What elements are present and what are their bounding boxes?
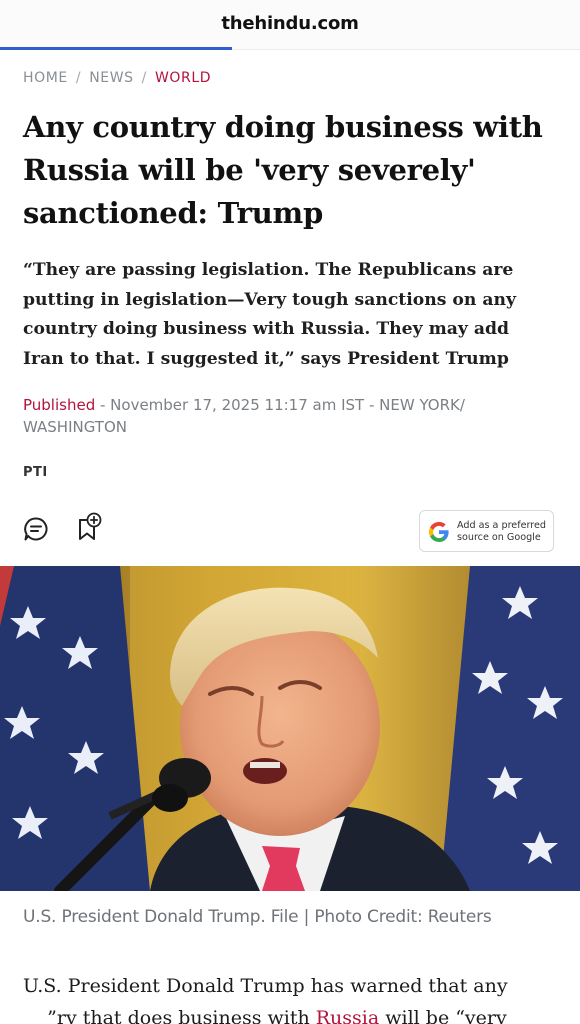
breadcrumb: HOME / NEWS / WORLD	[23, 70, 211, 86]
article-body-line: ”ry that does business with Russia will …	[23, 1002, 563, 1024]
breadcrumb-world[interactable]: WORLD	[155, 70, 211, 86]
comment-icon	[24, 517, 48, 541]
article-body-text: will be “very	[379, 1007, 507, 1024]
article-body: U.S. President Donald Trump has warned t…	[23, 970, 563, 1024]
preferred-source-label: Add as a preferred source on Google	[457, 520, 553, 544]
breadcrumb-news[interactable]: NEWS	[89, 70, 133, 86]
google-g-icon	[428, 521, 449, 542]
published-label: Published	[23, 396, 96, 414]
breadcrumb-separator: /	[75, 70, 82, 86]
page-load-progress-bar	[0, 47, 232, 50]
article-body-line: U.S. President Donald Trump has warned t…	[23, 975, 508, 997]
browser-address-bar[interactable]: thehindu.com	[0, 0, 580, 50]
article-headline: Any country doing business with Russia w…	[23, 110, 543, 230]
breadcrumb-separator: /	[141, 70, 147, 86]
image-caption: U.S. President Donald Trump. File | Phot…	[23, 907, 492, 927]
article-lead-image[interactable]	[0, 566, 580, 891]
article-author[interactable]: PTI	[23, 465, 48, 480]
google-preferred-source-button[interactable]: Add as a preferred source on Google	[419, 510, 554, 552]
lead-photo-illustration	[0, 566, 580, 891]
preferred-source-line2: source on Google	[457, 532, 541, 543]
site-domain[interactable]: thehindu.com	[0, 13, 580, 34]
preferred-source-line1: Add as a preferred	[457, 520, 546, 531]
bookmark-button[interactable]	[76, 512, 104, 540]
russia-link[interactable]: Russia	[316, 1007, 379, 1024]
publish-meta: Published - November 17, 2025 11:17 am I…	[23, 394, 493, 438]
article-body-text: ”ry that does business with	[23, 1007, 316, 1024]
article-standfirst: “They are passing legislation. The Repub…	[23, 260, 516, 369]
bookmark-add-icon	[79, 512, 102, 540]
breadcrumb-home[interactable]: HOME	[23, 70, 68, 86]
comment-button[interactable]	[22, 515, 50, 543]
